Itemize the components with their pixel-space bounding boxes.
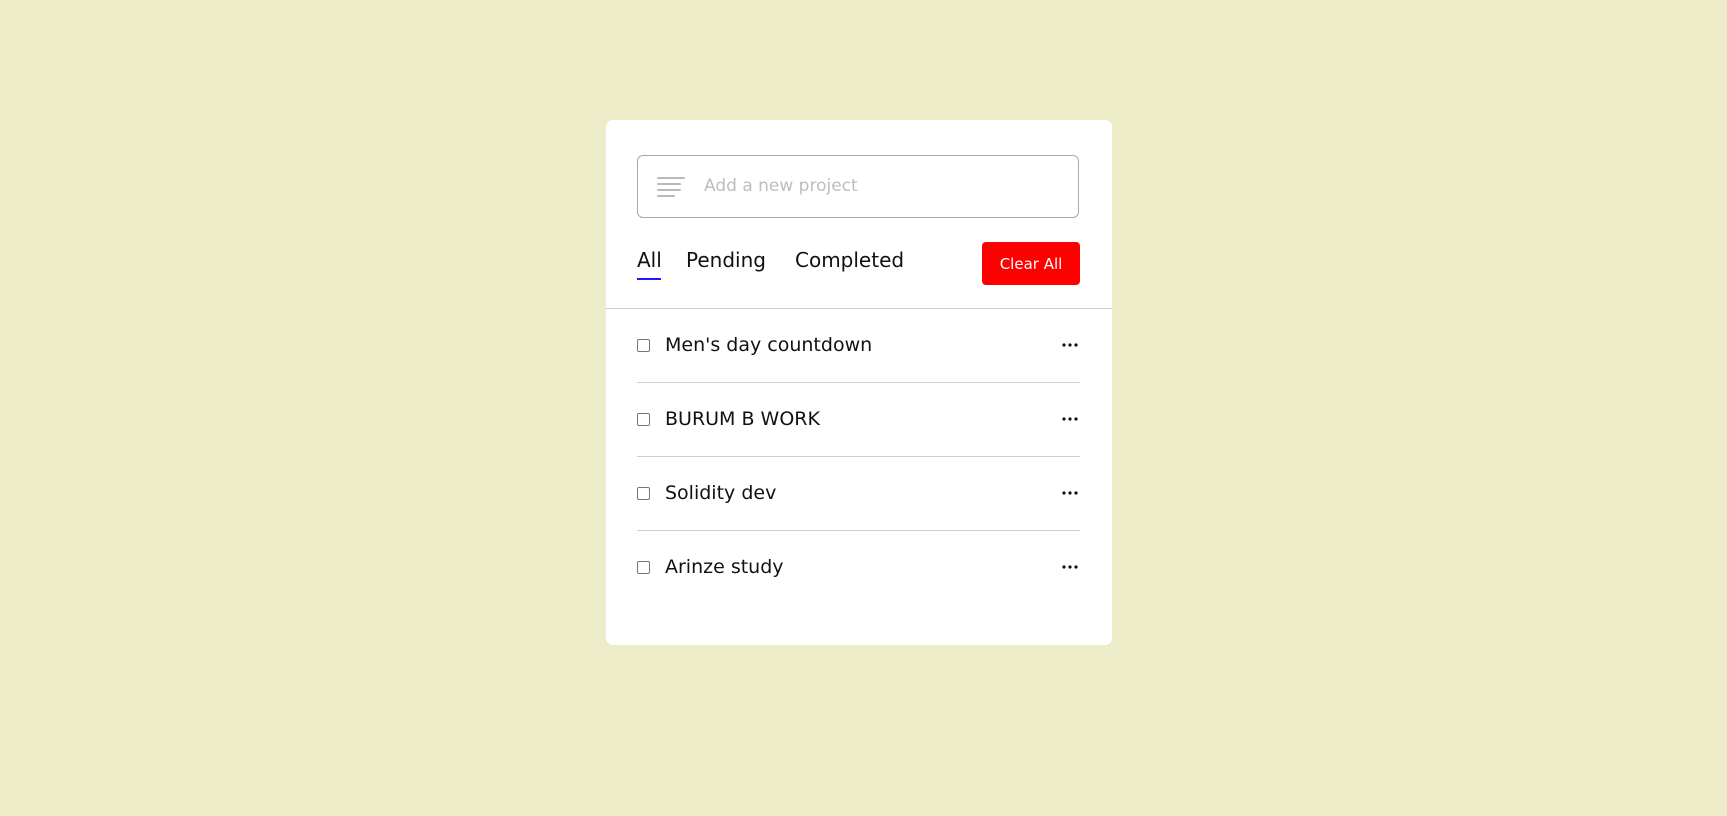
task-list: Men's day countdown BURUM B WORK Solidit…: [637, 309, 1080, 604]
task-label: BURUM B WORK: [665, 408, 820, 430]
tab-completed[interactable]: Completed: [795, 248, 904, 272]
more-options-icon[interactable]: [1060, 337, 1080, 353]
task-checkbox[interactable]: [637, 339, 650, 352]
tab-pending[interactable]: Pending: [686, 248, 766, 272]
task-checkbox[interactable]: [637, 413, 650, 426]
list-item: BURUM B WORK: [637, 383, 1080, 457]
task-label: Arinze study: [665, 556, 784, 578]
todo-card: All Pending Completed Clear All Men's da…: [606, 120, 1112, 645]
tab-all[interactable]: All: [637, 248, 662, 272]
task-checkbox[interactable]: [637, 561, 650, 574]
text-lines-icon: [657, 177, 687, 199]
more-options-icon[interactable]: [1060, 411, 1080, 427]
list-item: Solidity dev: [637, 457, 1080, 531]
task-label: Solidity dev: [665, 482, 777, 504]
more-options-icon[interactable]: [1060, 485, 1080, 501]
list-item: Men's day countdown: [637, 309, 1080, 383]
clear-all-button[interactable]: Clear All: [982, 242, 1080, 285]
task-checkbox[interactable]: [637, 487, 650, 500]
new-project-field[interactable]: [637, 155, 1079, 218]
active-tab-indicator: [637, 278, 661, 280]
more-options-icon[interactable]: [1060, 559, 1080, 575]
task-label: Men's day countdown: [665, 334, 873, 356]
list-item: Arinze study: [637, 531, 1080, 604]
new-project-input[interactable]: [704, 156, 1064, 216]
